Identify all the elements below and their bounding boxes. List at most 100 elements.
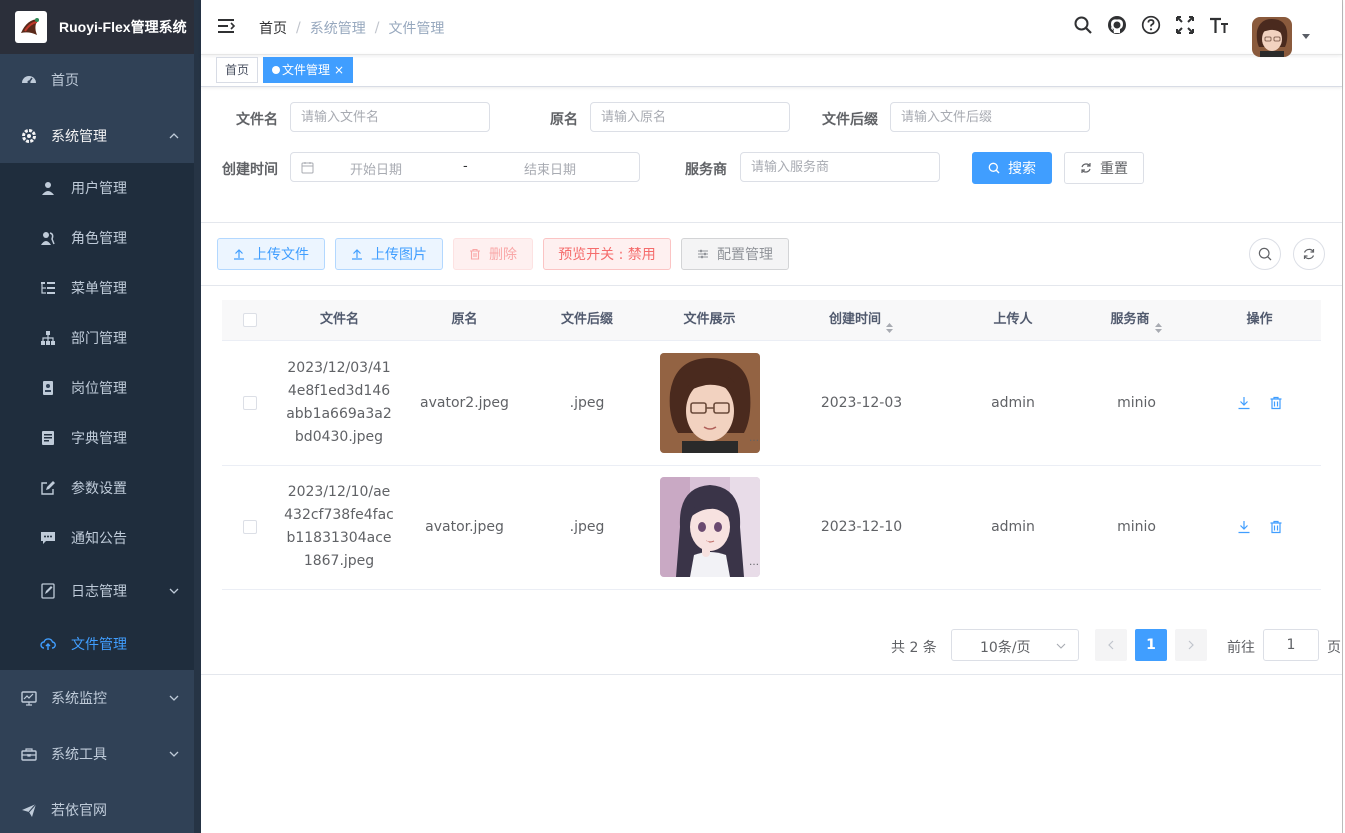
sidebar-item-label: 通知公告 xyxy=(71,531,127,547)
column-header: 操作 xyxy=(1246,312,1273,327)
sidebar-item-notices[interactable]: 通知公告 xyxy=(0,513,194,563)
search-icon[interactable] xyxy=(1072,14,1094,36)
github-icon[interactable] xyxy=(1106,14,1128,36)
suffix-cell: .jpeg xyxy=(569,395,605,411)
page-unit-label: 页 xyxy=(1327,640,1341,656)
uploader-cell: admin xyxy=(991,519,1035,535)
dashboard-icon xyxy=(21,72,37,88)
sidebar: Ruoyi-Flex管理系统 首页 系统管理 用户管理 角色管理 菜单管理 部门… xyxy=(0,0,201,833)
download-icon[interactable] xyxy=(1237,396,1251,410)
chevron-down-icon xyxy=(168,585,180,597)
breadcrumb-item[interactable]: 首页 xyxy=(259,18,287,38)
close-icon[interactable]: × xyxy=(334,63,344,77)
next-page-button[interactable] xyxy=(1175,629,1207,661)
file-name-input[interactable] xyxy=(290,102,490,132)
help-icon[interactable] xyxy=(1140,14,1162,36)
upload-file-button[interactable]: 上传文件 xyxy=(217,238,325,270)
sidebar-item-users[interactable]: 用户管理 xyxy=(0,163,194,213)
file-preview-image[interactable] xyxy=(659,353,760,453)
delete-icon[interactable] xyxy=(1269,520,1283,534)
preview-toggle-button[interactable]: 预览开关 : 禁用 xyxy=(543,238,671,270)
chevron-down-icon xyxy=(168,692,180,704)
suffix-input[interactable] xyxy=(890,102,1090,132)
toggle-search-button[interactable] xyxy=(1249,238,1281,270)
delete-button[interactable]: 删除 xyxy=(453,238,533,270)
sidebar-item-tools[interactable]: 系统工具 xyxy=(0,726,194,782)
send-icon xyxy=(21,802,37,818)
fullscreen-icon[interactable] xyxy=(1174,14,1196,36)
prev-page-button[interactable] xyxy=(1095,629,1127,661)
table-row[interactable]: 2023/12/10/ae432cf738fe4facb11831304ace1… xyxy=(222,465,1321,590)
table-row[interactable]: 2023/12/03/414e8f1ed3d146abb1a669a3a2bd0… xyxy=(222,341,1321,466)
sidebar-item-files[interactable]: 文件管理 xyxy=(0,619,194,669)
sidebar-item-system[interactable]: 系统管理 xyxy=(0,108,194,164)
sort-icon[interactable] xyxy=(1154,312,1163,333)
tag-file-management[interactable]: 文件管理 × xyxy=(263,57,354,83)
breadcrumb-item: 系统管理 xyxy=(309,21,366,37)
create-time-label: 创建时间 xyxy=(222,162,278,178)
original-name-input[interactable] xyxy=(590,102,790,132)
chevron-right-icon xyxy=(1186,640,1196,650)
sidebar-item-logs[interactable]: 日志管理 xyxy=(0,563,194,619)
sidebar-item-home[interactable]: 首页 xyxy=(0,52,194,108)
refresh-button[interactable] xyxy=(1293,238,1325,270)
user-avatar-dropdown[interactable] xyxy=(1252,17,1322,57)
suffix-label: 文件后缀 xyxy=(822,112,878,128)
sidebar-item-label: 系统监控 xyxy=(51,691,107,707)
sidebar-item-label: 岗位管理 xyxy=(71,381,127,397)
download-icon[interactable] xyxy=(1237,520,1251,534)
page-number-button[interactable]: 1 xyxy=(1135,629,1167,661)
dict-icon xyxy=(40,430,56,446)
tags-view: 首页 文件管理 × xyxy=(201,54,1342,87)
file-preview-cell: … xyxy=(647,465,772,589)
page-size-select[interactable]: 10条/页 xyxy=(951,629,1079,661)
sidebar-item-dictionary[interactable]: 字典管理 xyxy=(0,413,194,463)
sort-icon[interactable] xyxy=(885,312,894,333)
caret-down-icon xyxy=(1302,34,1310,39)
config-management-button[interactable]: 配置管理 xyxy=(681,238,789,270)
delete-icon xyxy=(469,248,481,260)
goto-page-input[interactable] xyxy=(1263,629,1319,661)
sidebar-item-menus[interactable]: 菜单管理 xyxy=(0,263,194,313)
tag-home[interactable]: 首页 xyxy=(216,57,259,83)
row-checkbox[interactable] xyxy=(243,520,257,534)
row-checkbox[interactable] xyxy=(243,396,257,410)
sidebar-item-label: 部门管理 xyxy=(71,331,127,347)
sidebar-item-label: 字典管理 xyxy=(71,431,127,447)
sidebar-item-monitor[interactable]: 系统监控 xyxy=(0,670,194,726)
service-label: 服务商 xyxy=(685,162,727,178)
main-container: 首页 / 系统管理 / 文件管理 首页 文件管理 × 文件名 请输入文件名 原名… xyxy=(201,0,1343,833)
delete-icon[interactable] xyxy=(1269,396,1283,410)
sidebar-item-website[interactable]: 若依官网 xyxy=(0,782,194,833)
sidebar-item-label: 参数设置 xyxy=(71,481,127,497)
upload-image-button[interactable]: 上传图片 xyxy=(335,238,443,270)
log-icon xyxy=(40,583,56,599)
chevron-up-icon xyxy=(168,130,180,142)
column-header-sortable[interactable]: 创建时间 xyxy=(772,300,951,340)
sidebar-item-departments[interactable]: 部门管理 xyxy=(0,313,194,363)
actions-cell xyxy=(1198,465,1321,589)
search-button[interactable]: 搜索 xyxy=(972,152,1052,184)
reset-button[interactable]: 重置 xyxy=(1064,152,1144,184)
start-date-input[interactable]: 开始日期 xyxy=(350,159,402,178)
sidebar-logo[interactable]: Ruoyi-Flex管理系统 xyxy=(0,0,201,54)
sidebar-scrollbar[interactable] xyxy=(194,0,201,833)
search-icon xyxy=(1258,247,1272,261)
suffix-cell: .jpeg xyxy=(569,519,605,535)
select-all-checkbox[interactable] xyxy=(243,313,257,327)
hamburger-toggle-icon[interactable] xyxy=(216,16,236,36)
font-size-icon[interactable] xyxy=(1208,14,1230,36)
role-icon xyxy=(40,230,56,246)
sidebar-item-parameters[interactable]: 参数设置 xyxy=(0,463,194,513)
sidebar-item-posts[interactable]: 岗位管理 xyxy=(0,363,194,413)
file-preview-image[interactable] xyxy=(659,477,760,577)
sidebar-item-roles[interactable]: 角色管理 xyxy=(0,213,194,263)
sidebar-item-label: 菜单管理 xyxy=(71,281,127,297)
service-input[interactable] xyxy=(740,152,940,182)
date-range-picker[interactable]: 开始日期 - 结束日期 xyxy=(290,152,640,182)
service-cell: minio xyxy=(1117,395,1156,411)
table-header: 文件名 原名 文件后缀 文件展示 创建时间 上传人 服务商 操作 xyxy=(222,300,1321,341)
end-date-input[interactable]: 结束日期 xyxy=(524,159,576,178)
search-icon xyxy=(988,162,1000,174)
column-header-sortable[interactable]: 服务商 xyxy=(1075,300,1198,340)
